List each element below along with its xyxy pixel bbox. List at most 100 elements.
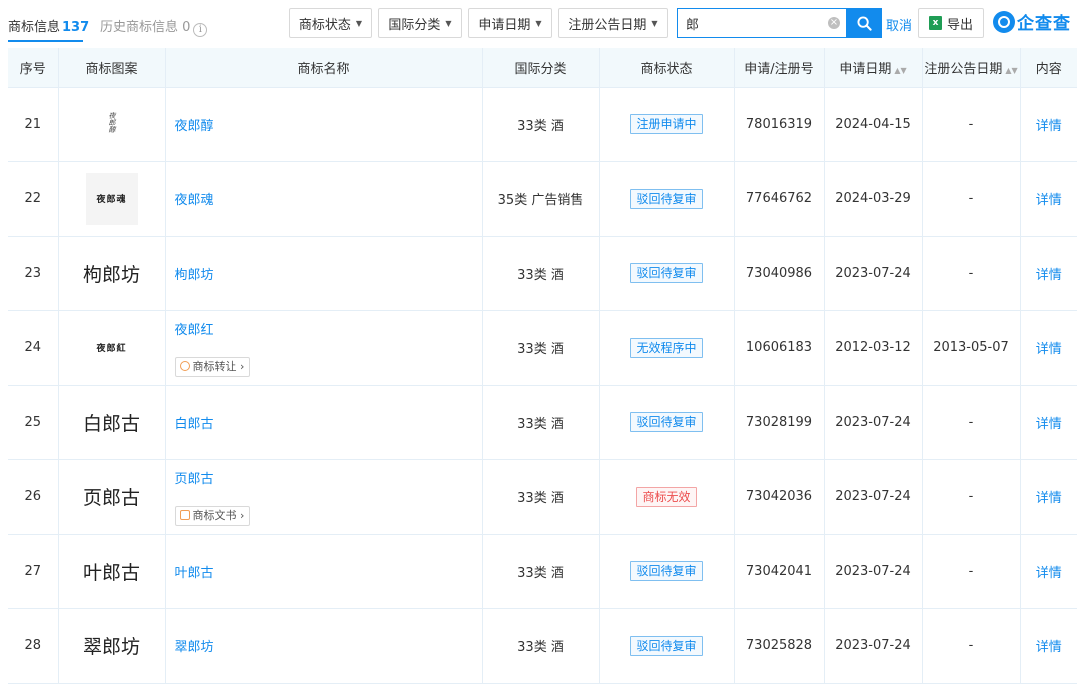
trademark-name-link[interactable]: 夜郎红 bbox=[175, 319, 482, 338]
header-pub-date[interactable]: 注册公告日期 ▲▼ bbox=[922, 48, 1021, 88]
detail-link[interactable]: 详情 bbox=[1036, 491, 1062, 506]
status-badge: 驳回待复审 bbox=[630, 412, 703, 433]
cell-class: 33类 酒 bbox=[482, 459, 600, 535]
trademark-image: 夜郎醇 bbox=[108, 111, 116, 133]
cell-reg-no: 77646762 bbox=[734, 161, 825, 237]
header-class: 国际分类 bbox=[482, 48, 600, 88]
header-pub-date-label: 注册公告日期 bbox=[924, 61, 1003, 77]
detail-link[interactable]: 详情 bbox=[1036, 566, 1062, 581]
qcc-logo-icon bbox=[993, 10, 1015, 33]
table-header-row: 序号 商标图案 商标名称 国际分类 商标状态 申请/注册号 申请日期 ▲▼ 注册公… bbox=[8, 48, 1077, 88]
cell-image: 枸郎坊 bbox=[58, 236, 166, 311]
cell-apply-date: 2023-07-24 bbox=[824, 385, 923, 460]
cell-index: 24 bbox=[8, 310, 59, 386]
cell-reg-no: 73028199 bbox=[734, 385, 825, 460]
cell-reg-no: 73025828 bbox=[734, 608, 825, 684]
cell-apply-date: 2023-07-24 bbox=[824, 236, 923, 311]
filter-label: 商标状态 bbox=[298, 17, 351, 33]
cell-index: 23 bbox=[8, 236, 59, 311]
cell-reg-no: 10606183 bbox=[734, 310, 825, 386]
trademark-name-link[interactable]: 夜郎魂 bbox=[175, 189, 482, 208]
trademark-table: 序号 商标图案 商标名称 国际分类 商标状态 申请/注册号 申请日期 ▲▼ 注册公… bbox=[8, 48, 1077, 684]
search-input[interactable] bbox=[686, 15, 826, 31]
tab-trademark-info[interactable]: 商标信息 137 bbox=[8, 16, 89, 35]
tab-history-trademark-info[interactable]: 历史商标信息 0i bbox=[100, 16, 208, 37]
export-button[interactable]: x 导出 bbox=[918, 8, 984, 38]
table-row: 21 夜郎醇 夜郎醇 33类 酒 注册申请中 78016319 2024-04-… bbox=[8, 87, 1077, 162]
cell-name: 翠郎坊 bbox=[165, 608, 483, 684]
trademark-name-link[interactable]: 页郎古 bbox=[175, 468, 482, 487]
cell-pub-date: - bbox=[922, 608, 1021, 684]
cell-reg-no: 73042041 bbox=[734, 534, 825, 609]
cell-detail: 详情 bbox=[1020, 534, 1077, 609]
header-apply-date-label: 申请日期 bbox=[839, 61, 892, 77]
brand-name: 企查查 bbox=[1017, 14, 1071, 34]
trademark-name-link[interactable]: 夜郎醇 bbox=[175, 115, 482, 134]
header-apply-date[interactable]: 申请日期 ▲▼ bbox=[824, 48, 923, 88]
caret-down-icon: ▼ bbox=[651, 18, 658, 28]
caret-down-icon: ▼ bbox=[445, 18, 452, 28]
clear-icon[interactable]: × bbox=[828, 17, 840, 29]
cell-pub-date: - bbox=[922, 385, 1021, 460]
cell-image: 页郎古 bbox=[58, 459, 166, 535]
search-icon bbox=[856, 15, 872, 31]
cell-apply-date: 2012-03-12 bbox=[824, 310, 923, 386]
chevron-right-icon: › bbox=[240, 359, 245, 373]
cell-status: 无效程序中 bbox=[599, 310, 735, 386]
tag-button[interactable]: 商标转让 › bbox=[174, 356, 251, 377]
header-name: 商标名称 bbox=[165, 48, 483, 88]
trademark-image: 页郎古 bbox=[82, 487, 140, 510]
header-index: 序号 bbox=[8, 48, 59, 88]
cell-name: 夜郎醇 bbox=[165, 87, 483, 162]
detail-link[interactable]: 详情 bbox=[1036, 342, 1062, 357]
cancel-link[interactable]: 取消 bbox=[886, 15, 912, 34]
status-badge: 无效程序中 bbox=[630, 337, 703, 358]
cell-detail: 详情 bbox=[1020, 608, 1077, 684]
trademark-image: 白郎古 bbox=[82, 412, 140, 435]
header-image: 商标图案 bbox=[58, 48, 166, 88]
filter-intl-class[interactable]: 国际分类 ▼ bbox=[378, 8, 462, 38]
cell-name: 夜郎红商标转让 › bbox=[165, 310, 483, 386]
excel-icon: x bbox=[928, 16, 942, 30]
filter-apply-date[interactable]: 申请日期 ▼ bbox=[468, 8, 552, 38]
trademark-name-link[interactable]: 枸郎坊 bbox=[175, 264, 482, 283]
brand-logo: 企查查 bbox=[993, 9, 1071, 34]
cell-image: 翠郎坊 bbox=[58, 608, 166, 684]
cell-class: 33类 酒 bbox=[482, 310, 600, 386]
sort-icon[interactable]: ▲▼ bbox=[894, 66, 906, 75]
cell-detail: 详情 bbox=[1020, 87, 1077, 162]
cell-apply-date: 2023-07-24 bbox=[824, 459, 923, 535]
cell-detail: 详情 bbox=[1020, 310, 1077, 386]
cell-index: 26 bbox=[8, 459, 59, 535]
cell-class: 33类 酒 bbox=[482, 385, 600, 460]
detail-link[interactable]: 详情 bbox=[1036, 119, 1062, 134]
tab-trademark-info-count: 137 bbox=[62, 20, 90, 35]
filter-publish-date[interactable]: 注册公告日期 ▼ bbox=[558, 8, 668, 38]
cell-pub-date: - bbox=[922, 534, 1021, 609]
transfer-icon bbox=[179, 360, 190, 371]
detail-link[interactable]: 详情 bbox=[1036, 268, 1062, 283]
export-label: 导出 bbox=[946, 17, 973, 33]
trademark-name-link[interactable]: 白郎古 bbox=[175, 413, 482, 432]
detail-link[interactable]: 详情 bbox=[1036, 193, 1062, 208]
tag-label: 商标文书 bbox=[192, 508, 237, 522]
filter-trademark-status[interactable]: 商标状态 ▼ bbox=[289, 8, 372, 38]
cell-apply-date: 2024-03-29 bbox=[824, 161, 923, 237]
detail-link[interactable]: 详情 bbox=[1036, 640, 1062, 655]
active-tab-indicator bbox=[8, 40, 83, 42]
cell-name: 枸郎坊 bbox=[165, 236, 483, 311]
cell-image: 夜郎紅 bbox=[58, 310, 166, 386]
filter-label: 国际分类 bbox=[388, 17, 441, 33]
sort-icon[interactable]: ▲▼ bbox=[1005, 66, 1017, 75]
tag-button[interactable]: 商标文书 › bbox=[174, 505, 251, 526]
search-button[interactable] bbox=[846, 8, 882, 38]
detail-link[interactable]: 详情 bbox=[1036, 417, 1062, 432]
cell-status: 驳回待复审 bbox=[599, 534, 735, 609]
trademark-name-link[interactable]: 翠郎坊 bbox=[175, 636, 482, 655]
info-icon[interactable]: i bbox=[193, 23, 208, 37]
cell-image: 叶郎古 bbox=[58, 534, 166, 609]
status-badge: 驳回待复审 bbox=[630, 561, 703, 582]
cell-reg-no: 73042036 bbox=[734, 459, 825, 535]
trademark-name-link[interactable]: 叶郎古 bbox=[175, 562, 482, 581]
table-row: 24 夜郎紅 夜郎红商标转让 › 33类 酒 无效程序中 10606183 20… bbox=[8, 310, 1077, 386]
